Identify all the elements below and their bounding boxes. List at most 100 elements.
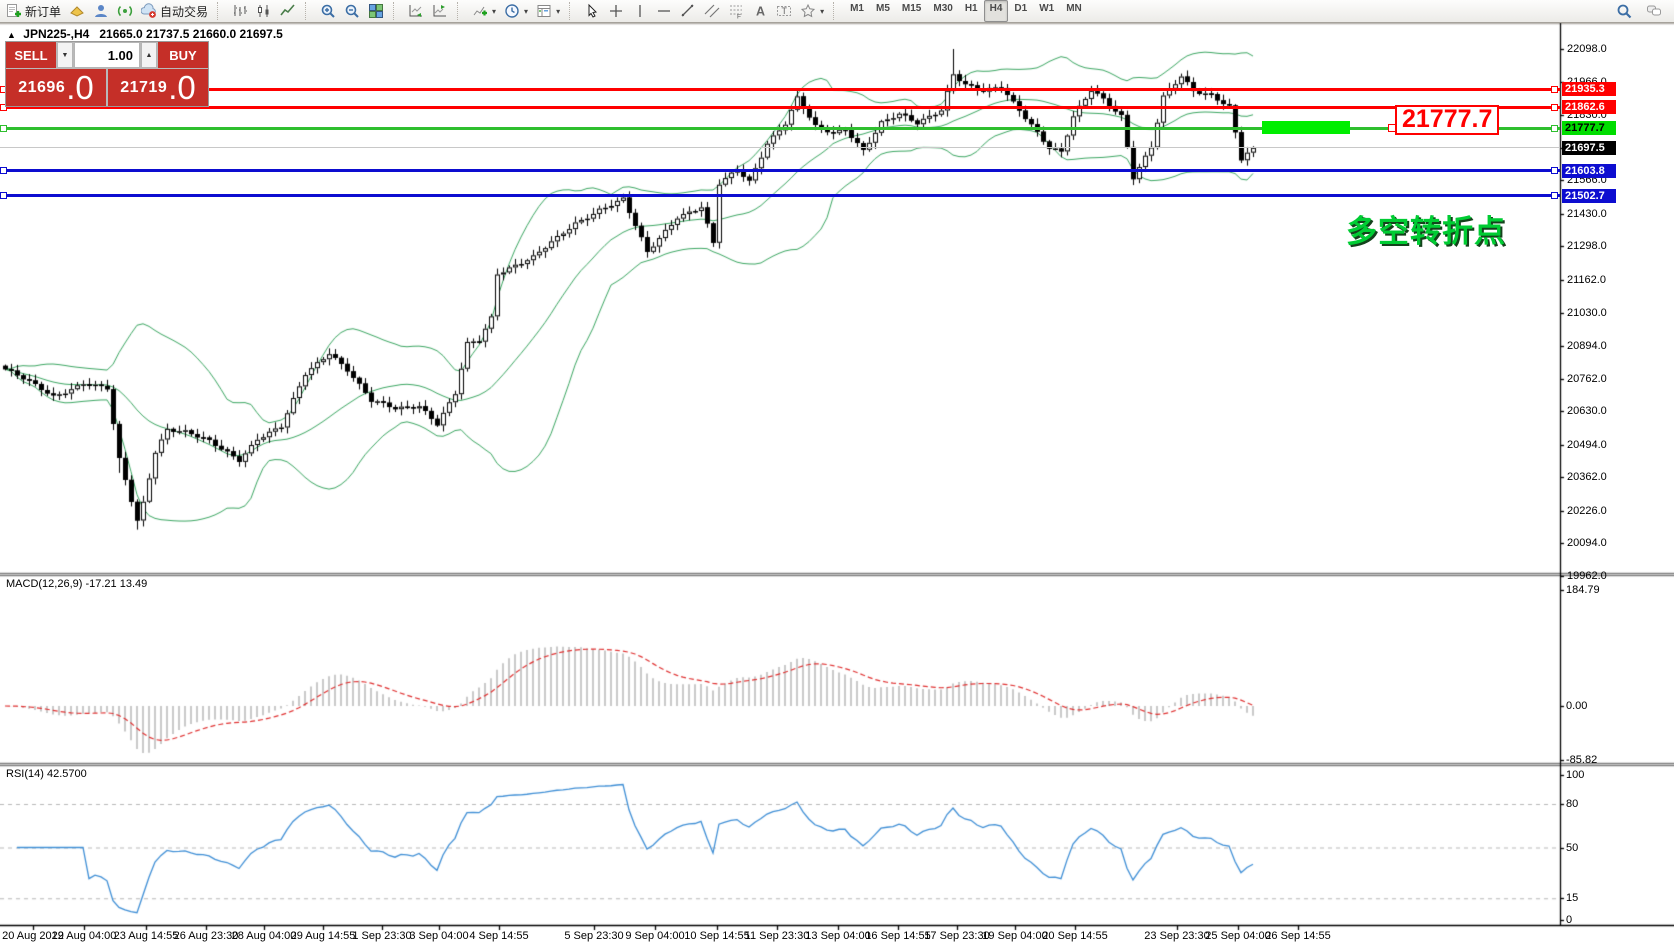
hline-icon: [656, 3, 672, 19]
periods-button[interactable]: ▾: [500, 0, 532, 22]
vertical-line-button[interactable]: [628, 0, 652, 22]
zoom-out-button[interactable]: [340, 0, 364, 22]
highlight-zone[interactable]: [1262, 121, 1350, 134]
timeframe-m5-button[interactable]: M5: [870, 0, 896, 22]
new-order-icon: [6, 3, 22, 19]
chevron-down-icon[interactable]: ▾: [492, 7, 496, 16]
signals-button[interactable]: [113, 0, 137, 22]
level-line-handle[interactable]: [1551, 167, 1558, 174]
timeframe-m30-button[interactable]: M30: [927, 0, 958, 22]
y-axis-tick-label: 19962.0: [1567, 570, 1607, 582]
arrows-button[interactable]: ▾: [796, 0, 828, 22]
horizontal-level-line-21697.5[interactable]: [0, 147, 1560, 148]
volume-decrease-button[interactable]: ▼: [57, 42, 73, 68]
level-line-handle[interactable]: [1551, 192, 1558, 199]
horizontal-level-line-21502.7[interactable]: [0, 194, 1560, 197]
metaeditor-button[interactable]: [65, 0, 89, 22]
community-icon: [93, 3, 109, 19]
timeframe-m1-button[interactable]: M1: [844, 0, 870, 22]
y-axis-tick-label: 21298.0: [1567, 240, 1607, 252]
x-axis-date-label: 4 Sep 14:55: [469, 930, 528, 942]
tile-windows-button[interactable]: [364, 0, 388, 22]
x-axis-date-label: 3 Sep 04:00: [409, 930, 468, 942]
x-axis-date-label: 11 Sep 23:30: [745, 930, 810, 942]
bar-chart-button[interactable]: [228, 0, 252, 22]
macd-axis-label: -85.82: [1566, 754, 1597, 766]
macd-label: MACD(12,26,9) -17.21 13.49: [6, 578, 147, 590]
horizontal-level-line-21603.8[interactable]: [0, 169, 1560, 172]
zoom-in-icon: [320, 3, 336, 19]
buy-price[interactable]: 21719.0: [108, 69, 208, 106]
zoom-in-button[interactable]: [316, 0, 340, 22]
chart-title: ▲ JPN225-,H4 21665.0 21737.5 21660.0 216…: [7, 27, 283, 41]
rsi-axis-label: 15: [1566, 892, 1578, 904]
signals-icon: [117, 3, 133, 19]
buy-button[interactable]: BUY: [158, 42, 208, 68]
toolbar-separator: [305, 2, 312, 20]
community-button[interactable]: [89, 0, 113, 22]
x-axis-date-label: 1 Sep 23:30: [352, 930, 411, 942]
chevron-down-icon[interactable]: ▾: [556, 7, 560, 16]
chat-button[interactable]: [1642, 0, 1666, 22]
x-axis-date-label: 5 Sep 23:30: [564, 930, 623, 942]
level-line-handle[interactable]: [1551, 86, 1558, 93]
x-axis-date-label: 26 Sep 14:55: [1265, 930, 1330, 942]
line-chart-button[interactable]: [276, 0, 300, 22]
horizontal-level-line-21935.3[interactable]: [0, 88, 1560, 91]
timeframe-mn-button[interactable]: MN: [1060, 0, 1088, 22]
channel-button[interactable]: [700, 0, 724, 22]
templates-button[interactable]: ▾: [532, 0, 564, 22]
trendline-button[interactable]: [676, 0, 700, 22]
volume-increase-button[interactable]: ▲: [141, 42, 157, 68]
timeframe-d1-button[interactable]: D1: [1008, 0, 1033, 22]
candlestick-chart-button[interactable]: [252, 0, 276, 22]
y-axis-tick-label: 21162.0: [1567, 274, 1606, 286]
level-line-handle[interactable]: [1551, 104, 1558, 111]
autotrade-button[interactable]: 自动交易: [137, 0, 212, 22]
chart-canvas[interactable]: [0, 0, 1674, 948]
label-button[interactable]: T: [772, 0, 796, 22]
timeframe-w1-button[interactable]: W1: [1033, 0, 1060, 22]
new-order-button[interactable]: 新订单: [2, 0, 65, 22]
chevron-down-icon[interactable]: ▾: [524, 7, 528, 16]
horizontal-level-line-21862.6[interactable]: [0, 106, 1560, 109]
search-button[interactable]: [1612, 0, 1636, 22]
indicators-button[interactable]: ▾: [468, 0, 500, 22]
level-line-handle[interactable]: [0, 125, 7, 132]
x-axis-date-label: 28 Aug 04:00: [232, 930, 297, 942]
collapse-panel-icon[interactable]: ▲: [7, 30, 16, 40]
chart-candles-icon: [256, 3, 272, 19]
cursor-button[interactable]: [580, 0, 604, 22]
timeframe-m15-button[interactable]: M15: [896, 0, 927, 22]
chevron-down-icon[interactable]: ▾: [820, 7, 824, 16]
chinese-annotation[interactable]: 多空转折点: [1346, 206, 1506, 251]
toolbar-separator: [393, 2, 400, 20]
channel-icon: [704, 3, 720, 19]
sell-price[interactable]: 21696.0: [6, 69, 106, 106]
text-button[interactable]: A: [748, 0, 772, 22]
volume-input[interactable]: 1.00: [74, 42, 140, 68]
timeframe-h4-button[interactable]: H4: [984, 0, 1009, 22]
auto-scroll-button[interactable]: [404, 0, 428, 22]
level-line-handle[interactable]: [1551, 125, 1558, 132]
clock-icon: [504, 3, 520, 19]
y-axis-tick-label: 20630.0: [1567, 405, 1607, 417]
mt4-window: { "toolbar": { "groups": [ {"name":"trad…: [0, 0, 1674, 948]
horizontal-line-button[interactable]: [652, 0, 676, 22]
timeframe-h1-button[interactable]: H1: [959, 0, 984, 22]
level-line-handle[interactable]: [0, 167, 7, 174]
rsi-axis-label: 0: [1566, 914, 1572, 926]
level-line-handle[interactable]: [0, 192, 7, 199]
fibonacci-button[interactable]: F: [724, 0, 748, 22]
x-axis-date-label: 23 Aug 14:55: [114, 930, 179, 942]
chart-shift-button[interactable]: [428, 0, 452, 22]
crosshair-button[interactable]: [604, 0, 628, 22]
big-price-label[interactable]: 21777.7: [1395, 105, 1499, 135]
x-axis-date-label: 25 Sep 04:00: [1205, 930, 1270, 942]
y-axis-tick-label: 22098.0: [1567, 43, 1607, 55]
x-axis-date-label: 20 Sep 14:55: [1042, 930, 1107, 942]
sell-button[interactable]: SELL: [6, 42, 56, 68]
price-level-label: 21502.7: [1562, 189, 1616, 203]
y-axis-tick-label: 20362.0: [1567, 471, 1607, 483]
y-axis-tick-label: 21030.0: [1567, 307, 1607, 319]
